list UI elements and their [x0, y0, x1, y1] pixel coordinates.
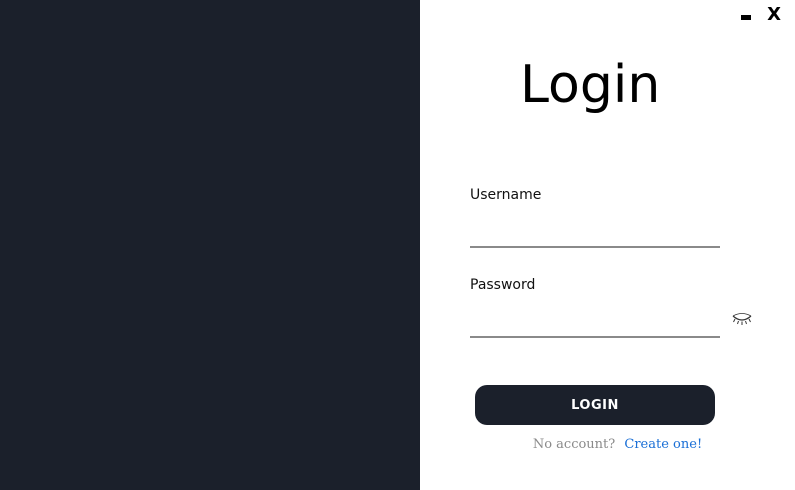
username-label: Username	[470, 187, 542, 203]
signup-prompt: No account? Create one!	[420, 437, 795, 452]
password-label: Password	[470, 277, 536, 293]
no-account-text: No account?	[532, 437, 616, 452]
page-title: Login	[520, 55, 661, 115]
window-controls: X	[741, 4, 781, 26]
login-button[interactable]: LOGIN	[475, 385, 715, 425]
login-panel: X Login Username Password LOGIN No accou…	[420, 0, 795, 490]
password-input[interactable]	[470, 312, 720, 338]
close-button[interactable]: X	[767, 4, 781, 26]
create-account-link[interactable]: Create one!	[624, 437, 702, 452]
minimize-button[interactable]	[741, 14, 752, 20]
decorative-side-panel	[0, 0, 420, 490]
login-window: X Login Username Password LOGIN No accou…	[0, 0, 795, 490]
eye-closed-icon[interactable]	[731, 311, 753, 329]
username-input[interactable]	[470, 222, 720, 248]
